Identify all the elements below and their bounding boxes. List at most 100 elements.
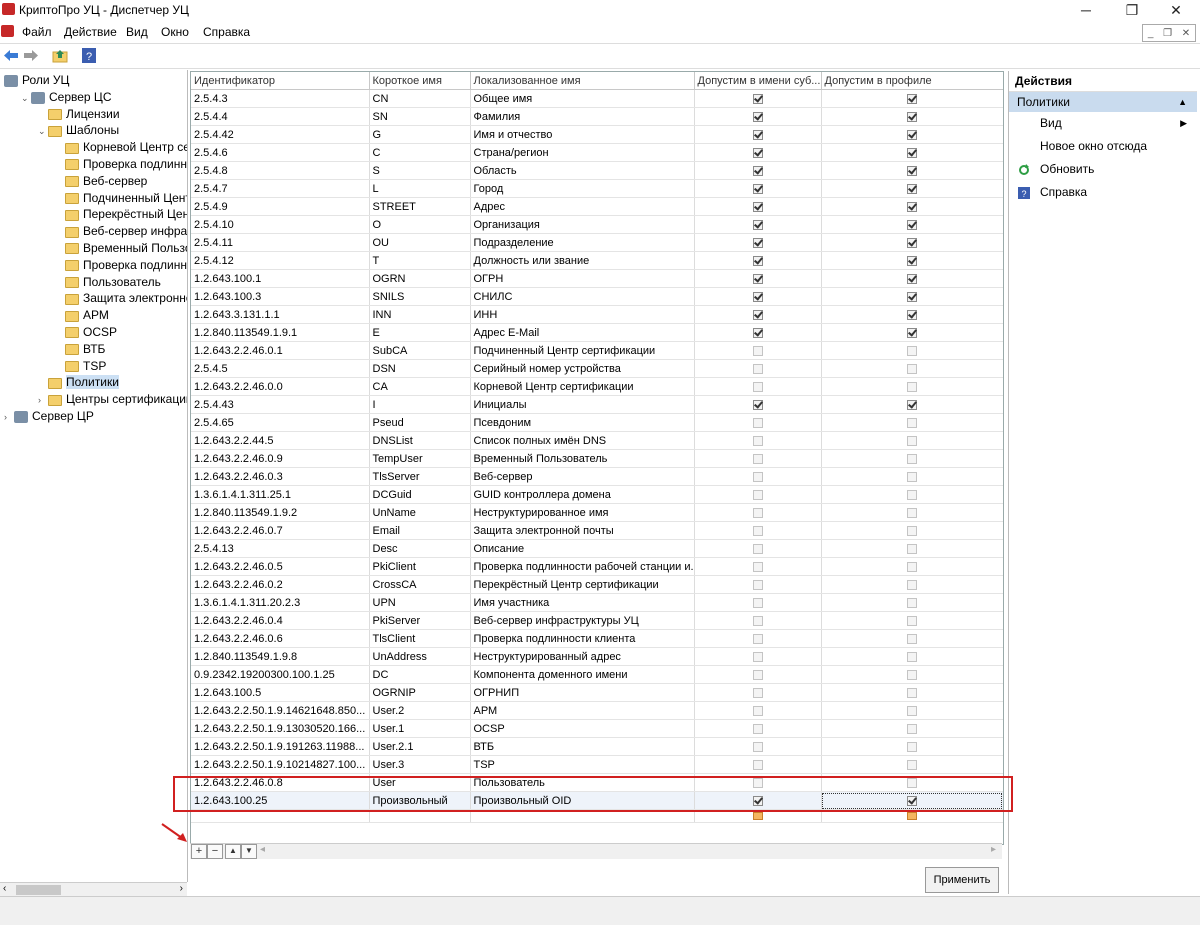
cell-short-name[interactable]: CN xyxy=(369,89,471,108)
forward-arrow-icon[interactable] xyxy=(23,48,39,63)
cell-allowed-in-subject[interactable] xyxy=(694,359,822,378)
minimize-button[interactable]: ─ xyxy=(1064,0,1108,20)
checkbox[interactable] xyxy=(752,507,763,518)
cell-allowed-in-profile[interactable] xyxy=(821,737,1003,756)
cell-oid[interactable]: 1.2.643.2.2.46.0.7 xyxy=(191,521,370,540)
cell-allowed-in-subject[interactable] xyxy=(694,485,822,504)
cell-short-name[interactable]: S xyxy=(369,161,471,180)
checkbox[interactable] xyxy=(907,687,917,698)
checkbox[interactable] xyxy=(752,453,763,464)
cell-allowed-in-profile[interactable] xyxy=(821,341,1003,360)
cell-localized-name[interactable]: АРМ xyxy=(470,701,695,720)
cell-oid[interactable]: 0.9.2342.19200300.100.1.25 xyxy=(191,665,370,684)
checkbox[interactable] xyxy=(752,255,763,266)
column-header-allowed-in-subject[interactable]: Допустим в имени суб... xyxy=(694,72,822,90)
grid-row[interactable]: 2.5.4.4 SN Фамилия xyxy=(191,107,1003,126)
cell-localized-name[interactable]: Подчиненный Центр сертификации xyxy=(470,341,695,360)
mmc-icon[interactable] xyxy=(1,25,14,37)
cell-oid[interactable]: 2.5.4.4 xyxy=(191,107,370,126)
column-header-short-name[interactable]: Короткое имя xyxy=(369,72,471,90)
checkbox[interactable] xyxy=(907,543,917,554)
cell-localized-name[interactable]: ОГРНИП xyxy=(470,683,695,702)
cell-allowed-in-profile[interactable] xyxy=(821,647,1003,666)
tree-node[interactable]: Лицензии xyxy=(38,106,120,123)
tree-node[interactable]: Веб-сервер xyxy=(55,173,147,190)
tree-horizontal-scrollbar[interactable]: ‹ › xyxy=(0,882,187,897)
checkbox[interactable] xyxy=(752,633,763,644)
cell-allowed-in-subject[interactable] xyxy=(694,143,822,162)
grid-row[interactable]: 1.2.643.2.2.44.5 DNSList Список полных имё… xyxy=(191,431,1003,450)
tree-node[interactable]: TSP xyxy=(55,358,106,375)
checkbox[interactable] xyxy=(752,147,763,158)
close-button[interactable]: ✕ xyxy=(1154,0,1198,20)
cell-short-name[interactable]: Pseud xyxy=(369,413,471,432)
cell-localized-name[interactable]: Корневой Центр сертификации xyxy=(470,377,695,396)
checkbox[interactable] xyxy=(752,687,763,698)
checkbox[interactable] xyxy=(752,111,763,122)
checkbox[interactable] xyxy=(752,812,763,821)
cell-localized-name[interactable]: ИНН xyxy=(470,305,695,324)
cell-localized-name[interactable]: Компонента доменного имени xyxy=(470,665,695,684)
collapse-arrow-icon[interactable]: › xyxy=(4,409,14,426)
cell-oid[interactable]: 1.2.643.2.2.50.1.9.191263.11988... xyxy=(191,737,370,756)
cell-oid[interactable]: 1.3.6.1.4.1.311.25.1 xyxy=(191,485,370,504)
grid-row[interactable]: 1.2.643.100.3 SNILS СНИЛС xyxy=(191,287,1003,306)
checkbox[interactable] xyxy=(907,237,917,248)
checkbox[interactable] xyxy=(907,669,917,680)
cell-short-name[interactable]: UnName xyxy=(369,503,471,522)
cell-allowed-in-subject[interactable] xyxy=(694,737,822,756)
cell-allowed-in-profile[interactable] xyxy=(821,449,1003,468)
cell-oid[interactable]: 1.2.643.2.2.46.0.6 xyxy=(191,629,370,648)
cell-allowed-in-subject[interactable] xyxy=(694,539,822,558)
action-view[interactable]: Вид ▶ xyxy=(1009,112,1197,135)
cell-localized-name[interactable]: GUID контроллера домена xyxy=(470,485,695,504)
grid-row[interactable]: 1.2.643.2.2.46.0.7 Email Защита электронно… xyxy=(191,521,1003,540)
new-row[interactable] xyxy=(191,809,1003,823)
menu-file[interactable]: Файл xyxy=(22,25,52,39)
cell-allowed-in-subject[interactable] xyxy=(694,467,822,486)
cell-allowed-in-subject[interactable] xyxy=(694,719,822,738)
move-up-button[interactable]: ▲ xyxy=(225,844,241,859)
cell-short-name[interactable]: SN xyxy=(369,107,471,126)
cell-allowed-in-profile[interactable] xyxy=(821,431,1003,450)
grid-row[interactable]: 2.5.4.42 G Имя и отчество xyxy=(191,125,1003,144)
cell-localized-name[interactable]: Псевдоним xyxy=(470,413,695,432)
checkbox[interactable] xyxy=(907,165,917,176)
back-arrow-icon[interactable] xyxy=(3,48,19,63)
cell-short-name[interactable]: SubCA xyxy=(369,341,471,360)
checkbox[interactable] xyxy=(907,363,917,374)
cell-localized-name[interactable]: Серийный номер устройства xyxy=(470,359,695,378)
cell-short-name[interactable]: CA xyxy=(369,377,471,396)
tree-node[interactable]: Проверка подлинност xyxy=(55,156,187,173)
new-row-cell[interactable] xyxy=(369,809,471,823)
add-row-button[interactable]: + xyxy=(191,844,207,859)
grid-row[interactable]: 1.3.6.1.4.1.311.25.1 DCGuid GUID контролле… xyxy=(191,485,1003,504)
cell-allowed-in-subject[interactable] xyxy=(694,197,822,216)
new-row-cell[interactable] xyxy=(191,809,370,823)
checkbox[interactable] xyxy=(907,777,917,788)
checkbox[interactable] xyxy=(752,777,763,788)
cell-allowed-in-profile[interactable] xyxy=(821,161,1003,180)
checkbox[interactable] xyxy=(752,615,763,626)
checkbox[interactable] xyxy=(907,651,917,662)
checkbox[interactable] xyxy=(907,507,917,518)
cell-allowed-in-subject[interactable] xyxy=(694,755,822,774)
expand-arrow-icon[interactable]: ⌄ xyxy=(21,90,31,107)
grid-row[interactable]: 1.2.643.100.25 Произвольный Произвольный O… xyxy=(191,791,1003,810)
cell-allowed-in-profile[interactable] xyxy=(821,719,1003,738)
cell-allowed-in-profile[interactable] xyxy=(821,215,1003,234)
cell-localized-name[interactable]: Неструктурированное имя xyxy=(470,503,695,522)
cell-allowed-in-profile[interactable] xyxy=(821,359,1003,378)
tree-node[interactable]: Защита электронной xyxy=(55,290,187,307)
expand-arrow-icon[interactable]: ⌄ xyxy=(38,123,48,140)
cell-allowed-in-profile[interactable] xyxy=(821,485,1003,504)
grid-row[interactable]: 2.5.4.11 OU Подразделение xyxy=(191,233,1003,252)
cell-allowed-in-profile[interactable] xyxy=(821,89,1003,108)
grid-row[interactable]: 1.2.840.113549.1.9.1 E Адрес E-Mail xyxy=(191,323,1003,342)
cell-allowed-in-profile[interactable] xyxy=(821,593,1003,612)
cell-localized-name[interactable]: Город xyxy=(470,179,695,198)
cell-allowed-in-subject[interactable] xyxy=(694,503,822,522)
cell-allowed-in-subject[interactable] xyxy=(694,269,822,288)
cell-oid[interactable]: 2.5.4.6 xyxy=(191,143,370,162)
cell-oid[interactable]: 1.2.840.113549.1.9.1 xyxy=(191,323,370,342)
